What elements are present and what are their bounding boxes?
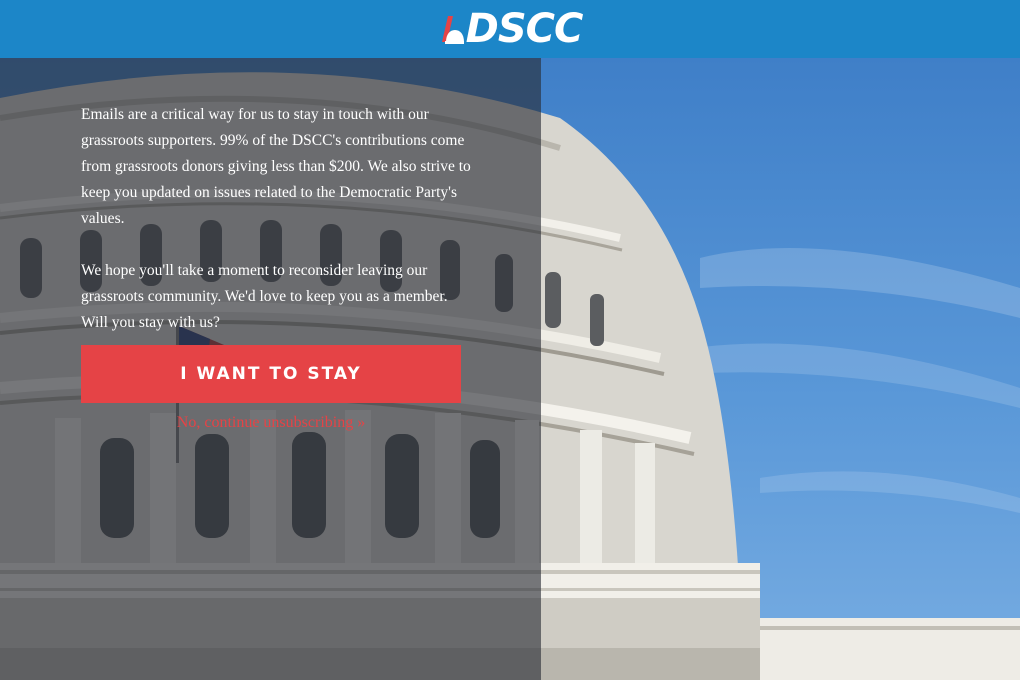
logo-text: DSCC: [465, 6, 584, 52]
dscc-logo[interactable]: DSCC: [438, 9, 583, 49]
stay-button[interactable]: I WANT TO STAY: [81, 345, 461, 403]
continue-unsubscribing-link[interactable]: No, continue unsubscribing »: [81, 411, 461, 435]
capitol-flag-icon: [441, 16, 464, 44]
site-header: DSCC: [0, 0, 1020, 58]
message-paragraph-2: We hope you'll take a moment to reconsid…: [81, 262, 448, 331]
message-paragraph-1: Emails are a critical way for us to stay…: [81, 106, 471, 227]
reconsider-message: Emails are a critical way for us to stay…: [81, 102, 471, 362]
